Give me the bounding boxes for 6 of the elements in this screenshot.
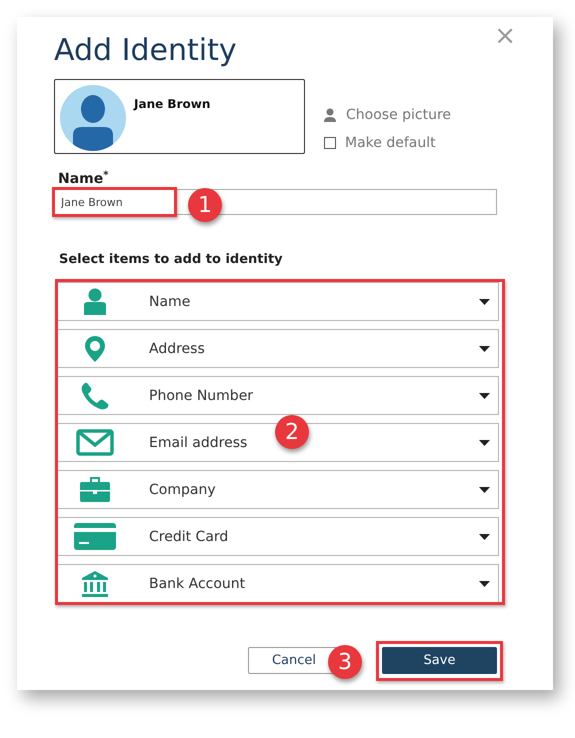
profile-name: Jane Brown [134,97,210,113]
section-heading: Select items to add to identity [59,252,284,267]
checkbox-label: Make default [345,135,436,151]
required-mark: * [103,171,108,183]
dialog-title: Add Identity [54,32,238,70]
field-label: Name [58,171,104,187]
